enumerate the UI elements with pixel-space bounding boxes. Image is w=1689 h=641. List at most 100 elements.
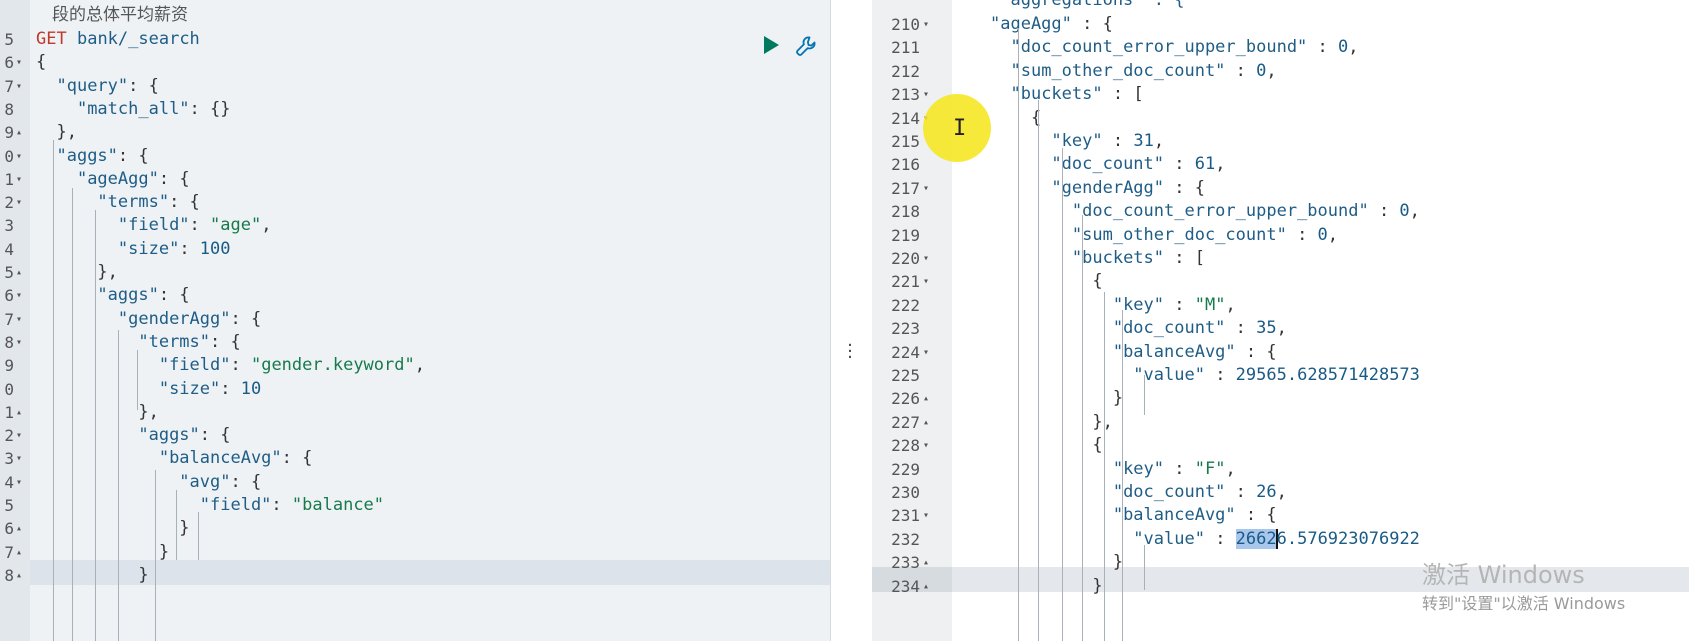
fold-toggle-icon[interactable]: ▾	[923, 433, 929, 458]
code-text: {	[36, 52, 47, 73]
response-code-line[interactable]: 210 ▾ "ageAgg" : {	[872, 12, 1689, 37]
response-code-line[interactable]: 216 "doc_count" : 61,	[872, 152, 1689, 177]
fold-toggle-icon[interactable]: ▾	[923, 246, 929, 271]
request-code-line[interactable]: 0 "size": 10	[0, 377, 830, 402]
request-editor-pane[interactable]: 段的总体平均薪资 5 GET bank/_search 6 ▾{7 ▾ "query": …	[0, 0, 830, 641]
request-code-line[interactable]: 6 ▴ }	[0, 516, 830, 541]
fold-toggle-icon[interactable]: ▴	[16, 260, 22, 285]
request-code-line[interactable]: 5 GET bank/_search	[0, 27, 830, 52]
request-code-line[interactable]: 2 ▾ "terms": {	[0, 190, 830, 215]
line-number: 219	[891, 225, 920, 245]
response-code-line[interactable]: 222 "key" : "M",	[872, 293, 1689, 318]
code-text: "query": {	[56, 75, 159, 96]
fold-toggle-icon[interactable]: ▾	[923, 12, 929, 37]
response-code-line[interactable]: 213 ▾ "buckets" : [	[872, 82, 1689, 107]
fold-toggle-icon[interactable]: ▾	[16, 167, 22, 192]
request-code-line[interactable]: 3 ▾ "balanceAvg": {	[0, 446, 830, 471]
ibeam-cursor-icon: I	[953, 116, 967, 141]
request-code-line[interactable]: 7 ▾ "genderAgg": {	[0, 307, 830, 332]
response-code-line[interactable]: 228 ▾ {	[872, 433, 1689, 458]
request-code-line[interactable]: 8 ▴ }	[0, 563, 830, 588]
request-code-line[interactable]: 7 ▴ }	[0, 540, 830, 565]
fold-toggle-icon[interactable]: ▴	[923, 550, 929, 575]
line-number: 8	[4, 99, 14, 119]
response-viewer-pane[interactable]: aggregations" : {210 ▾ "ageAgg" : {211 "do…	[872, 0, 1689, 641]
drag-handle-icon: · · ·	[847, 335, 853, 368]
line-number: 4	[4, 239, 14, 259]
request-code-line[interactable]: 7 ▾ "query": {	[0, 74, 830, 99]
fold-toggle-icon[interactable]: ▾	[923, 82, 929, 107]
fold-toggle-icon[interactable]: ▾	[923, 340, 929, 365]
line-number: 6	[4, 53, 14, 73]
response-code-line[interactable]: 220 ▾ "buckets" : [	[872, 246, 1689, 271]
response-code-line[interactable]: 214▾ {	[872, 106, 1689, 131]
fold-toggle-icon[interactable]: ▾	[923, 503, 929, 528]
response-code-line[interactable]: 230 "doc_count" : 26,	[872, 480, 1689, 505]
fold-toggle-icon[interactable]: ▴	[16, 120, 22, 145]
fold-toggle-icon[interactable]: ▾	[16, 446, 22, 471]
request-code-line[interactable]: 6 ▾ {	[0, 50, 830, 75]
request-code-line[interactable]: 4 "size": 100	[0, 237, 830, 262]
response-code-line[interactable]: 219 "sum_other_doc_count" : 0,	[872, 223, 1689, 248]
fold-toggle-icon[interactable]: ▾	[16, 283, 22, 308]
fold-toggle-icon[interactable]: ▾	[16, 470, 22, 495]
pane-resize-handle[interactable]: · · ·	[830, 0, 872, 641]
code-text: {	[1092, 271, 1103, 292]
request-code-line[interactable]: 0 ▾ "aggs": {	[0, 144, 830, 169]
response-code-line[interactable]: 218 "doc_count_error_upper_bound" : 0,	[872, 199, 1689, 224]
response-code-line[interactable]: 224 ▾ "balanceAvg" : {	[872, 340, 1689, 365]
request-code-line[interactable]: 3 "field": "age",	[0, 213, 830, 238]
fold-toggle-icon[interactable]: ▾	[16, 423, 22, 448]
fold-toggle-icon[interactable]: ▴	[16, 400, 22, 425]
run-request-button[interactable]	[760, 34, 782, 56]
fold-toggle-icon[interactable]: ▴	[16, 563, 22, 588]
line-number: 223	[891, 319, 920, 339]
fold-toggle-icon[interactable]: ▾	[16, 190, 22, 215]
code-text: "genderAgg" : {	[1051, 177, 1205, 198]
line-number: 5	[4, 30, 14, 49]
response-code-line[interactable]: 231 ▾ "balanceAvg" : {	[872, 503, 1689, 528]
request-code-line[interactable]: 5 ▴ },	[0, 260, 830, 285]
request-code-line[interactable]: 9 "field": "gender.keyword",	[0, 353, 830, 378]
fold-toggle-icon[interactable]: ▾	[16, 307, 22, 332]
code-text: "sum_other_doc_count" : 0,	[1071, 224, 1339, 245]
code-text: "ageAgg": {	[76, 168, 190, 189]
line-number: 231	[891, 506, 920, 526]
fold-toggle-icon[interactable]: ▴	[16, 516, 22, 541]
fold-toggle-icon[interactable]: ▴	[16, 540, 22, 565]
request-code-line[interactable]: 6 ▾ "aggs": {	[0, 283, 830, 308]
response-code-line[interactable]: 226 ▴ }	[872, 386, 1689, 411]
response-code-line[interactable]: 223 "doc_count" : 35,	[872, 316, 1689, 341]
response-code-line[interactable]: 211 "doc_count_error_upper_bound" : 0,	[872, 35, 1689, 60]
response-code-line[interactable]: 212 "sum_other_doc_count" : 0,	[872, 59, 1689, 84]
fold-toggle-icon[interactable]: ▾	[923, 176, 929, 201]
response-code-line[interactable]: 225 "value" : 29565.628571428573	[872, 363, 1689, 388]
response-code-line[interactable]: 229 "key" : "F",	[872, 457, 1689, 482]
request-code-line[interactable]: 5 "field": "balance"	[0, 493, 830, 518]
request-code-line[interactable]: 4 ▾ "avg": {	[0, 470, 830, 495]
request-actions-button[interactable]	[794, 34, 818, 58]
fold-toggle-icon[interactable]: ▾	[16, 50, 22, 75]
request-code-line[interactable]: 1 ▴ },	[0, 400, 830, 425]
response-code-line[interactable]: 232 "value" : 26626.576923076922	[872, 527, 1689, 552]
response-code-line[interactable]: 215 "key" : 31,	[872, 129, 1689, 154]
fold-toggle-icon[interactable]: ▴	[923, 410, 929, 435]
line-number: 229	[891, 459, 920, 479]
fold-toggle-icon[interactable]: ▴	[923, 574, 929, 599]
request-code-line[interactable]: 2 ▾ "aggs": {	[0, 423, 830, 448]
request-code-line[interactable]: 1 ▾ "ageAgg": {	[0, 167, 830, 192]
line-number: 213	[891, 85, 920, 105]
response-code-line[interactable]: 227 ▴ },	[872, 410, 1689, 435]
fold-toggle-icon[interactable]: ▾	[16, 330, 22, 355]
request-code-line[interactable]: 9 ▴ },	[0, 120, 830, 145]
fold-toggle-icon[interactable]: ▴	[923, 386, 929, 411]
code-text: "buckets" : [	[1010, 84, 1144, 105]
request-code-line[interactable]: 8 ▾ "terms": {	[0, 330, 830, 355]
response-code-line[interactable]: 221 ▾ {	[872, 269, 1689, 294]
request-code-line[interactable]: 8 "match_all": {}	[0, 97, 830, 122]
fold-toggle-icon[interactable]: ▾	[923, 269, 929, 294]
fold-toggle-icon[interactable]: ▾	[16, 74, 22, 99]
response-code-line[interactable]: 217 ▾ "genderAgg" : {	[872, 176, 1689, 201]
code-text: "aggs": {	[138, 425, 231, 446]
fold-toggle-icon[interactable]: ▾	[16, 144, 22, 169]
